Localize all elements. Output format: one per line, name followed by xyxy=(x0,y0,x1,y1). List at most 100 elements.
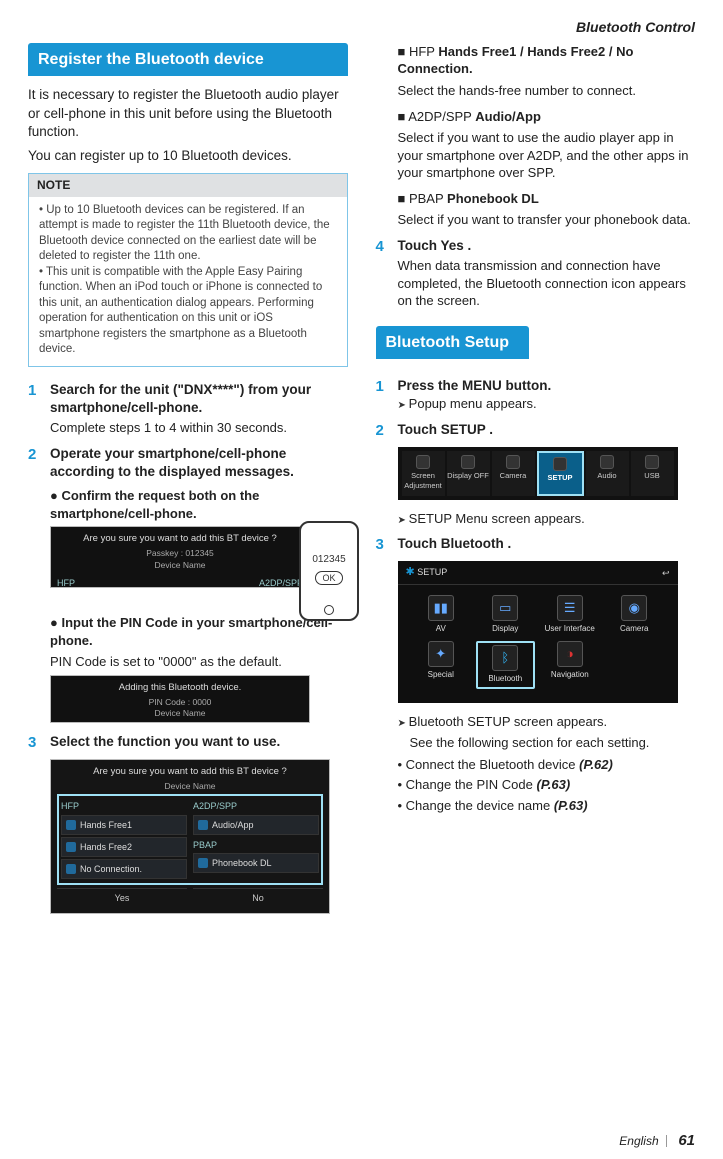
tile-navigation: ◑Navigation xyxy=(541,641,600,689)
step-number: 1 xyxy=(28,381,42,437)
phone-home-icon xyxy=(324,605,334,615)
hfp-option: HFP Hands Free1 / Hands Free2 / No Conne… xyxy=(398,43,696,78)
function-select-screenshot: Are you sure you want to add this BT dev… xyxy=(50,759,330,914)
usb-icon xyxy=(645,455,659,469)
step-3: 3 Select the function you want to use. xyxy=(28,733,348,753)
link-change-pin: Change the PIN Code (P.63) xyxy=(398,776,696,794)
menu-screen-adjust: Screen Adjustment xyxy=(402,451,445,495)
step-3-title: Select the function you want to use. xyxy=(50,733,348,751)
func-pbap-head: PBAP xyxy=(193,839,319,851)
menu-display-off: Display OFF xyxy=(447,451,490,495)
bluetooth-icon: ᛒ xyxy=(492,645,518,671)
img2-line2: PIN Code : 0000 xyxy=(57,697,303,708)
pbap-opt: Phonebook DL xyxy=(447,191,539,206)
bs-step-3: 3 Touch Bluetooth . xyxy=(376,535,696,555)
right-column: HFP Hands Free1 / Hands Free2 / No Conne… xyxy=(376,43,696,924)
note-body: Up to 10 Bluetooth devices can be regist… xyxy=(29,197,347,366)
img2-line1: Adding this Bluetooth device. xyxy=(57,682,303,695)
tile-av: ▮▮AV xyxy=(412,595,471,635)
display-icon: ▭ xyxy=(492,595,518,621)
step-1-title: Search for the unit ("DNX****") from you… xyxy=(50,381,348,417)
screen-icon xyxy=(416,455,430,469)
square-bullet-icon xyxy=(398,44,409,59)
no-icon xyxy=(66,864,76,874)
link-connect-device: Connect the Bluetooth device (P.62) xyxy=(398,756,696,774)
page-header: Bluetooth Control xyxy=(28,18,695,37)
func-yes-button: Yes xyxy=(57,888,187,907)
step-number: 1 xyxy=(376,377,390,413)
step-4: 4 Touch Yes . When data transmission and… xyxy=(376,237,696,310)
gear-icon: ✱ xyxy=(406,566,415,578)
bs-step-2-title: Touch SETUP . xyxy=(398,421,696,439)
menu-setup: SETUP xyxy=(537,451,584,495)
bs-step-1-result: Popup menu appears. xyxy=(398,395,696,413)
phone-code: 012345 xyxy=(301,553,357,567)
a2dp-opt: Audio/App xyxy=(475,109,541,124)
navigation-icon: ◑ xyxy=(557,641,583,667)
hfp-label: HFP xyxy=(409,44,435,59)
phone-icon xyxy=(66,820,76,830)
img1-line2: Passkey : 012345 xyxy=(57,548,303,559)
music-icon xyxy=(198,820,208,830)
square-bullet-icon xyxy=(398,191,409,206)
bs-step-3-title: Touch Bluetooth . xyxy=(398,535,696,553)
divider xyxy=(666,1135,667,1147)
note-item-1: Up to 10 Bluetooth devices can be regist… xyxy=(39,203,337,265)
intro-text-1: It is necessary to register the Bluetoot… xyxy=(28,86,348,141)
page-number: 61 xyxy=(678,1132,695,1149)
step-1-desc: Complete steps 1 to 4 within 30 seconds. xyxy=(50,419,348,437)
func-hf2: Hands Free2 xyxy=(61,837,187,857)
tile-special: ✦Special xyxy=(412,641,471,689)
pbap-desc: Select if you want to transfer your phon… xyxy=(398,211,696,229)
func-sub: Device Name xyxy=(57,781,323,792)
section-register-bar: Register the Bluetooth device xyxy=(28,43,348,77)
step-number: 4 xyxy=(376,237,390,310)
menu-audio: Audio xyxy=(586,451,629,495)
phone-ok-button: OK xyxy=(315,571,342,585)
step-4-title: Touch Yes . xyxy=(398,237,696,255)
phone-icon xyxy=(66,842,76,852)
step-1: 1 Search for the unit ("DNX****") from y… xyxy=(28,381,348,437)
tile-display: ▭Display xyxy=(476,595,535,635)
img1-hfp-label: HFP xyxy=(57,577,75,589)
a2dp-desc: Select if you want to use the audio play… xyxy=(398,129,696,182)
func-audioapp: Audio/App xyxy=(193,815,319,835)
pbap-option: PBAP Phonebook DL xyxy=(398,190,696,208)
tile-camera: ◉Camera xyxy=(605,595,664,635)
note-item-2: This unit is compatible with the Apple E… xyxy=(39,265,337,358)
bs-step-2-result: SETUP Menu screen appears. xyxy=(398,510,696,528)
av-icon: ▮▮ xyxy=(428,595,454,621)
menu-usb: USB xyxy=(631,451,674,495)
back-icon: ↩ xyxy=(662,567,670,579)
func-hfp-head: HFP xyxy=(61,800,187,812)
left-column: Register the Bluetooth device It is nece… xyxy=(28,43,348,924)
page-footer: English 61 xyxy=(619,1131,695,1151)
square-bullet-icon xyxy=(398,109,409,124)
step-2b-desc: PIN Code is set to "0000" as the default… xyxy=(50,653,348,671)
setup-menu-screenshot: ✱ SETUP ↩ ▮▮AV ▭Display ☰User Interface … xyxy=(398,561,678,702)
camera-icon xyxy=(506,455,520,469)
intro-text-2: You can register up to 10 Bluetooth devi… xyxy=(28,147,348,165)
audio-icon xyxy=(600,455,614,469)
func-top: Are you sure you want to add this BT dev… xyxy=(57,766,323,779)
tile-user-interface: ☰User Interface xyxy=(541,595,600,635)
img1-a2dp-label: A2DP/SPP xyxy=(259,577,303,589)
popup-menu-screenshot: Screen Adjustment Display OFF Camera SET… xyxy=(398,447,678,499)
func-no-button: No xyxy=(193,888,323,907)
section-bluetooth-setup-bar: Bluetooth Setup xyxy=(376,326,530,360)
note-box: NOTE Up to 10 Bluetooth devices can be r… xyxy=(28,173,348,366)
pin-code-screenshot: Adding this Bluetooth device. PIN Code :… xyxy=(50,675,310,723)
a2dp-option: A2DP/SPP Audio/App xyxy=(398,108,696,126)
note-label: NOTE xyxy=(29,174,347,196)
pairing-request-screenshot: Are you sure you want to add this BT dev… xyxy=(50,526,310,588)
camera-icon: ◉ xyxy=(621,595,647,621)
pbap-label: PBAP xyxy=(409,191,443,206)
func-a2dp-head: A2DP/SPP xyxy=(193,800,319,812)
content-columns: Register the Bluetooth device It is nece… xyxy=(28,43,695,924)
step-2a-title: Confirm the request both on the smartpho… xyxy=(50,487,348,522)
link-change-name: Change the device name (P.63) xyxy=(398,797,696,815)
bs-step-3-result: Bluetooth SETUP screen appears. xyxy=(398,713,696,731)
step-2: 2 Operate your smartphone/cell-phone acc… xyxy=(28,445,348,481)
gear-icon xyxy=(553,457,567,471)
step-number: 2 xyxy=(376,421,390,441)
